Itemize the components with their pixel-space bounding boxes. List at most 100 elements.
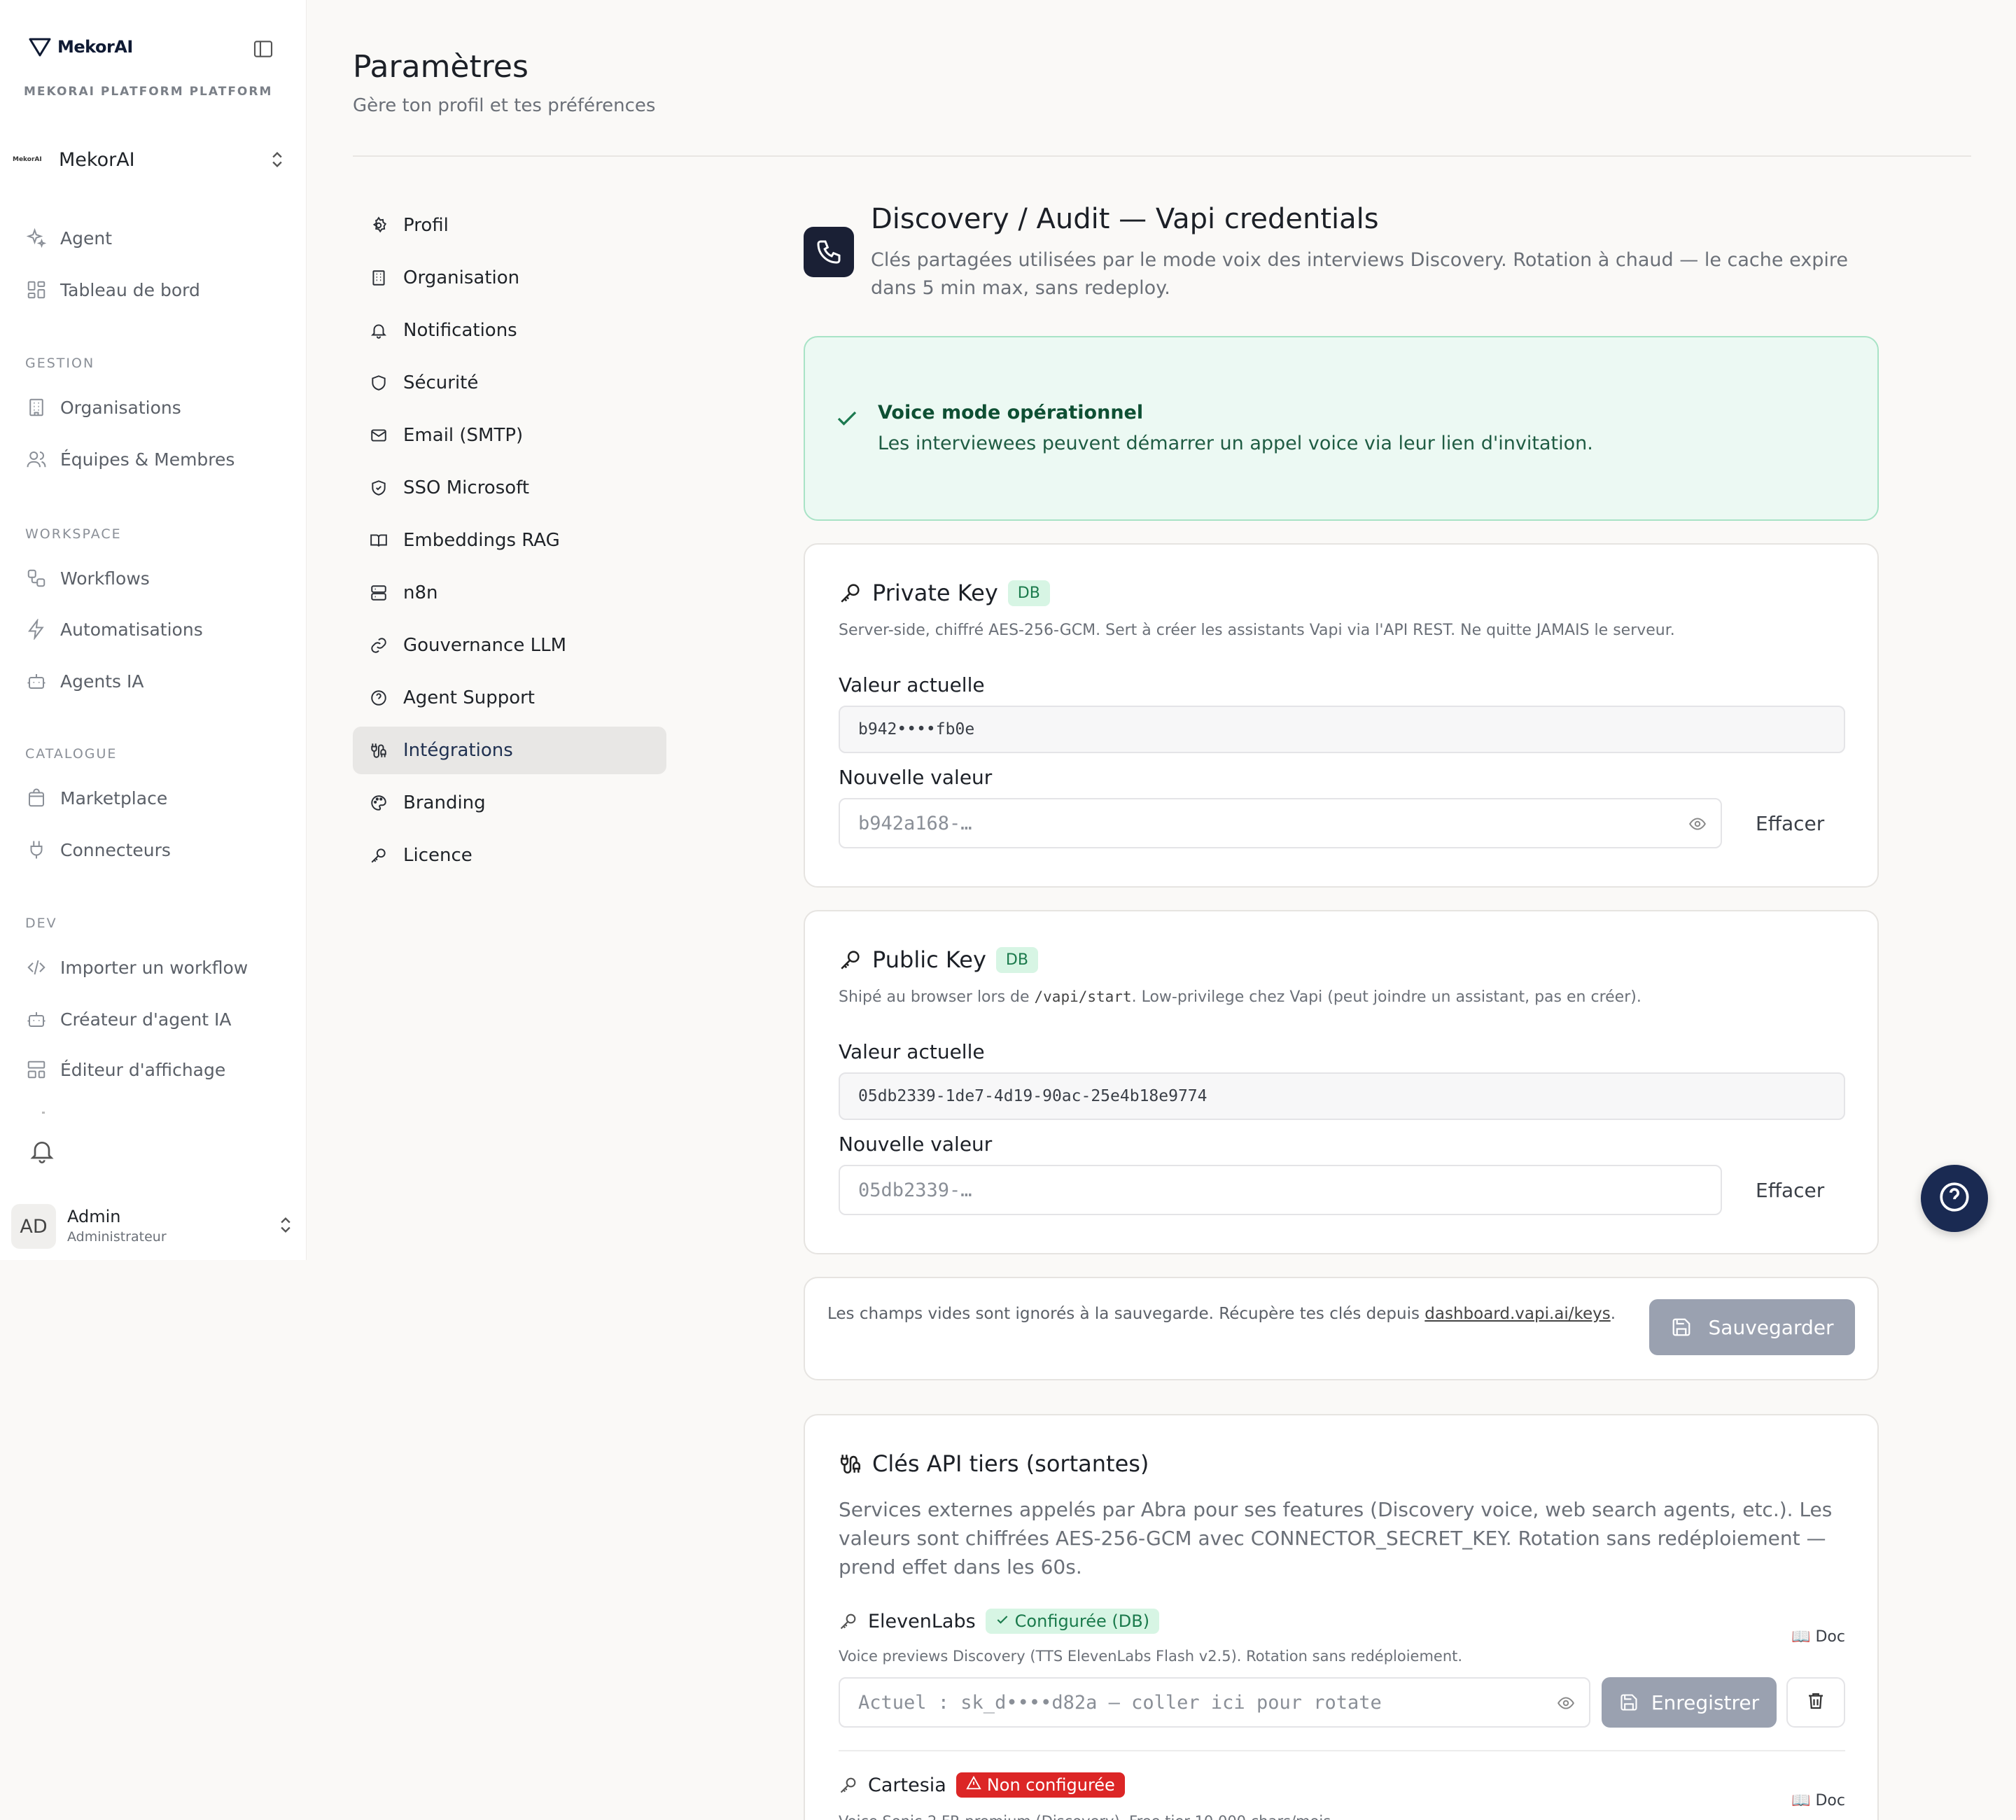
sidebar-item-label: Importer un workflow — [60, 957, 248, 978]
sidebar-item-import-workflow[interactable]: Importer un workflow — [25, 956, 248, 979]
status-badge: Configurée (DB) — [985, 1609, 1160, 1634]
sidebar-item-marketplace[interactable]: Marketplace — [25, 787, 167, 809]
private-key-title: Private Key — [872, 580, 998, 606]
settings-nav-notifications[interactable]: Notifications — [353, 307, 666, 354]
status-text: Les interviewees peuvent démarrer un app… — [878, 433, 1593, 454]
save-note: Les champs vides sont ignorés à la sauve… — [827, 1305, 1616, 1323]
server-icon — [368, 582, 389, 603]
settings-nav-label: Intégrations — [403, 740, 513, 761]
settings-nav-email[interactable]: Email (SMTP) — [353, 412, 666, 459]
settings-nav-label: Licence — [403, 845, 472, 866]
private-key-input[interactable]: b942a168-… — [839, 798, 1722, 848]
settings-nav-securite[interactable]: Sécurité — [353, 359, 666, 407]
eye-icon[interactable] — [1687, 815, 1708, 838]
private-key-card: Private Key DB Server-side, chiffré AES-… — [804, 543, 1879, 888]
settings-nav-label: Agent Support — [403, 687, 536, 708]
building-icon — [25, 396, 48, 419]
bell-icon — [368, 320, 389, 341]
settings-nav-integrations[interactable]: Intégrations — [353, 727, 666, 774]
sparkles-icon — [25, 227, 48, 249]
settings-nav-label: Gouvernance LLM — [403, 635, 566, 656]
shopping-bag-icon — [25, 787, 48, 809]
sidebar-toggle-icon[interactable] — [252, 38, 274, 60]
status-badge: Non configurée — [955, 1772, 1125, 1798]
current-value-label: Valeur actuelle — [839, 673, 985, 696]
help-circle-icon — [368, 687, 389, 708]
sidebar-item-workflows[interactable]: Workflows — [25, 567, 150, 589]
settings-nav-agent-support[interactable]: Agent Support — [353, 674, 666, 722]
bell-icon[interactable] — [28, 1137, 56, 1168]
org-switcher[interactable]: MekorAI MekorAI — [13, 144, 293, 175]
settings-nav-label: SSO Microsoft — [403, 477, 530, 498]
settings-nav-label: Branding — [403, 792, 486, 813]
input-placeholder: 05db2339-… — [858, 1179, 972, 1201]
sidebar-item-dashboard[interactable]: Tableau de bord — [25, 279, 200, 301]
settings-nav-sso[interactable]: SSO Microsoft — [353, 464, 666, 512]
sidebar-item-label: Tableau de bord — [60, 279, 200, 300]
doc-link[interactable]: 📖 Doc — [1791, 1792, 1845, 1809]
trash-icon — [1805, 1690, 1826, 1714]
current-value-label: Valeur actuelle — [839, 1040, 985, 1063]
divider — [353, 155, 1971, 157]
vapi-keys-link[interactable]: dashboard.vapi.ai/keys — [1424, 1305, 1610, 1323]
section-label-gestion: GESTION — [25, 356, 95, 371]
phone-icon — [804, 227, 854, 277]
sidebar-item-label: Marketplace — [60, 788, 168, 808]
link-icon — [368, 635, 389, 656]
clear-public-key-button[interactable]: Effacer — [1756, 1179, 1824, 1202]
api-keys-title: Clés API tiers (sortantes) — [872, 1450, 1149, 1477]
user-menu[interactable]: AD Admin Administrateur — [11, 1204, 295, 1249]
elevenlabs-key-input[interactable]: Actuel : sk_d••••d82a — coller ici pour … — [839, 1677, 1590, 1728]
check-icon — [995, 1611, 1009, 1631]
book-icon — [368, 530, 389, 551]
save-label: Enregistrer — [1651, 1690, 1760, 1714]
settings-nav-label: Notifications — [403, 320, 517, 341]
sidebar-item-connectors[interactable]: Connecteurs — [25, 839, 171, 861]
doc-link[interactable]: 📖 Doc — [1791, 1628, 1845, 1646]
settings-nav-profil[interactable]: Profil — [353, 202, 666, 249]
service-elevenlabs-header: ElevenLabs Configurée (DB) — [839, 1609, 1160, 1634]
sidebar-item-display-editor[interactable]: Éditeur d'affichage — [25, 1058, 225, 1081]
user-name: Admin — [67, 1207, 121, 1226]
new-value-label: Nouvelle valeur — [839, 1133, 993, 1156]
sidebar-item-label: Organisations — [60, 397, 181, 418]
settings-nav-embeddings[interactable]: Embeddings RAG — [353, 517, 666, 564]
sidebar-item-organisations[interactable]: Organisations — [25, 396, 181, 419]
shield-check-icon — [368, 477, 389, 498]
save-icon — [1671, 1317, 1692, 1338]
key-icon — [368, 845, 389, 866]
help-button[interactable] — [1921, 1165, 1988, 1232]
eye-icon[interactable] — [1555, 1694, 1576, 1717]
logo[interactable]: MekorAI — [28, 36, 133, 57]
clear-private-key-button[interactable]: Effacer — [1756, 812, 1824, 835]
page-title: Paramètres — [353, 49, 528, 85]
sidebar-item-automations[interactable]: Automatisations — [25, 618, 203, 640]
save-bar: Les champs vides sont ignorés à la sauve… — [804, 1277, 1879, 1380]
service-name: Cartesia — [868, 1774, 946, 1796]
sidebar-item-agent[interactable]: Agent — [25, 227, 112, 249]
section-label-dev: DEV — [25, 916, 57, 931]
settings-nav-n8n[interactable]: n8n — [353, 569, 666, 617]
sidebar-item-agent-builder[interactable]: Créateur d'agent IA — [25, 1008, 232, 1030]
public-key-input[interactable]: 05db2339-… — [839, 1165, 1722, 1215]
settings-nav-label: Organisation — [403, 267, 520, 288]
settings-nav-gouvernance[interactable]: Gouvernance LLM — [353, 622, 666, 669]
delete-elevenlabs-button[interactable] — [1786, 1677, 1845, 1728]
gear-icon — [368, 215, 389, 236]
sidebar-item-label: Éditeur d'affichage — [60, 1059, 226, 1080]
public-key-title: Public Key — [872, 946, 986, 973]
save-button[interactable]: Sauvegarder — [1649, 1299, 1855, 1355]
settings-nav-label: Embeddings RAG — [403, 530, 560, 551]
settings-nav-licence[interactable]: Licence — [353, 832, 666, 879]
sidebar-item-label: Workflows — [60, 568, 150, 589]
key-icon — [839, 1775, 858, 1795]
settings-nav-organisation[interactable]: Organisation — [353, 254, 666, 302]
service-name: ElevenLabs — [868, 1610, 976, 1632]
settings-nav-branding[interactable]: Branding — [353, 779, 666, 827]
org-mini-logo: MekorAI — [13, 156, 42, 163]
settings-nav-label: Sécurité — [403, 372, 479, 393]
save-elevenlabs-button[interactable]: Enregistrer — [1602, 1677, 1777, 1728]
settings-nav-label: Profil — [403, 215, 449, 236]
sidebar-item-teams[interactable]: Équipes & Membres — [25, 448, 234, 470]
sidebar-item-ai-agents[interactable]: Agents IA — [25, 670, 144, 692]
